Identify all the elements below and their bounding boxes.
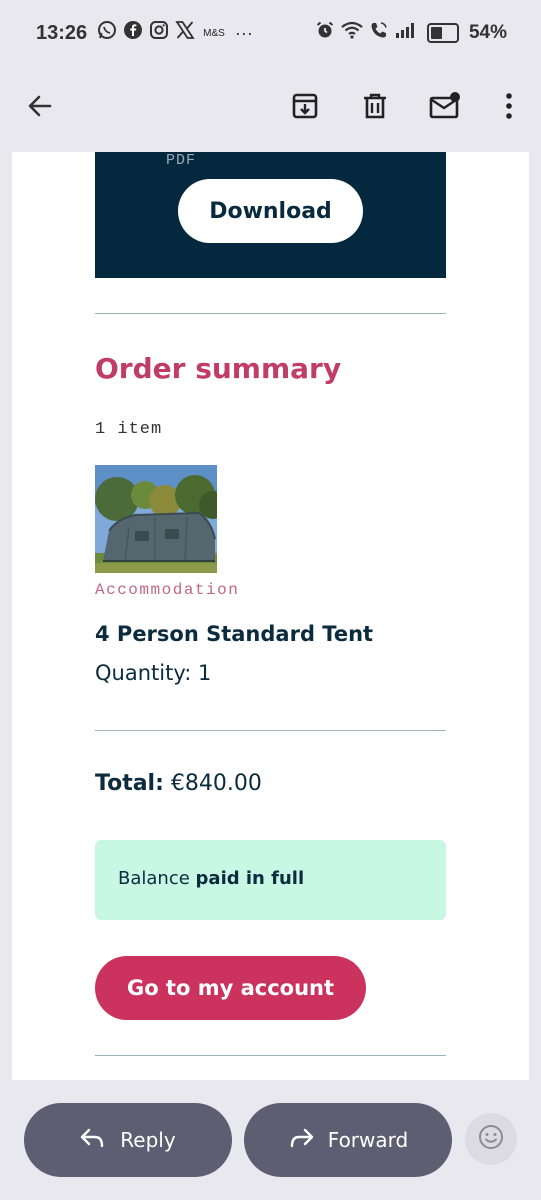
balance-prefix: Balance xyxy=(118,868,190,889)
more-vert-icon xyxy=(503,92,515,125)
balance-status: paid in full xyxy=(195,868,305,889)
item-count: 1 item xyxy=(95,420,163,439)
carrier-text: M&S xyxy=(203,27,225,39)
emoji-reaction-icon xyxy=(478,1124,504,1155)
reply-button[interactable]: Reply xyxy=(24,1103,232,1177)
product-image[interactable] xyxy=(95,465,217,573)
product-name: 4 Person Standard Tent xyxy=(95,622,374,646)
alarm-icon xyxy=(315,20,335,46)
delete-button[interactable] xyxy=(355,88,395,128)
instagram-icon xyxy=(149,20,169,46)
reply-icon xyxy=(80,1127,106,1154)
download-banner: PDF Download xyxy=(95,152,446,278)
item-category: Accommodation xyxy=(95,581,240,599)
battery-icon xyxy=(426,23,459,43)
total-label: Total: xyxy=(95,771,164,796)
emoji-reaction-button[interactable] xyxy=(465,1113,517,1165)
battery-level xyxy=(430,27,443,39)
more-options-button[interactable] xyxy=(489,88,529,128)
forward-icon xyxy=(288,1127,314,1154)
more-notifications-indicator: ··· xyxy=(234,22,253,43)
download-button[interactable]: Download xyxy=(178,179,363,243)
order-summary-title: Order summary xyxy=(95,352,342,385)
email-toolbar xyxy=(0,66,541,152)
signal-icon xyxy=(395,21,417,45)
delete-icon xyxy=(361,92,389,125)
forward-button[interactable]: Forward xyxy=(244,1103,452,1177)
bottom-action-bar: Reply Forward xyxy=(0,1080,541,1200)
reply-label: Reply xyxy=(120,1128,176,1152)
total-line: Total: €840.00 xyxy=(95,771,262,796)
email-content: PDF Download Order summary 1 item Accomm… xyxy=(12,152,529,1080)
status-time: 13:26 xyxy=(36,21,88,44)
mark-unread-icon xyxy=(429,91,461,125)
back-button[interactable] xyxy=(20,88,60,128)
x-icon xyxy=(175,20,195,46)
whatsapp-icon xyxy=(97,20,117,46)
status-bar: 13:26 M&S ··· 54% xyxy=(0,0,541,66)
facebook-icon xyxy=(123,20,143,46)
forward-label: Forward xyxy=(327,1128,409,1152)
pdf-label: PDF xyxy=(166,152,197,169)
back-arrow-icon xyxy=(26,92,54,125)
status-left: 13:26 M&S ··· xyxy=(36,20,253,46)
divider xyxy=(95,313,446,314)
mark-unread-button[interactable] xyxy=(425,88,465,128)
archive-icon xyxy=(291,92,319,125)
total-value: €840.00 xyxy=(170,771,262,796)
wifi-icon xyxy=(341,20,363,46)
archive-button[interactable] xyxy=(285,88,325,128)
battery-percent: 54% xyxy=(468,22,507,43)
go-to-account-button[interactable]: Go to my account xyxy=(95,956,366,1020)
balance-status-box: Balance paid in full xyxy=(95,840,446,920)
wifi-calling-icon xyxy=(369,20,389,46)
divider xyxy=(95,730,446,731)
status-right: 54% xyxy=(315,20,507,46)
divider xyxy=(95,1055,446,1056)
item-quantity: Quantity: 1 xyxy=(95,661,212,685)
balance-text: Balance paid in full xyxy=(118,868,304,889)
